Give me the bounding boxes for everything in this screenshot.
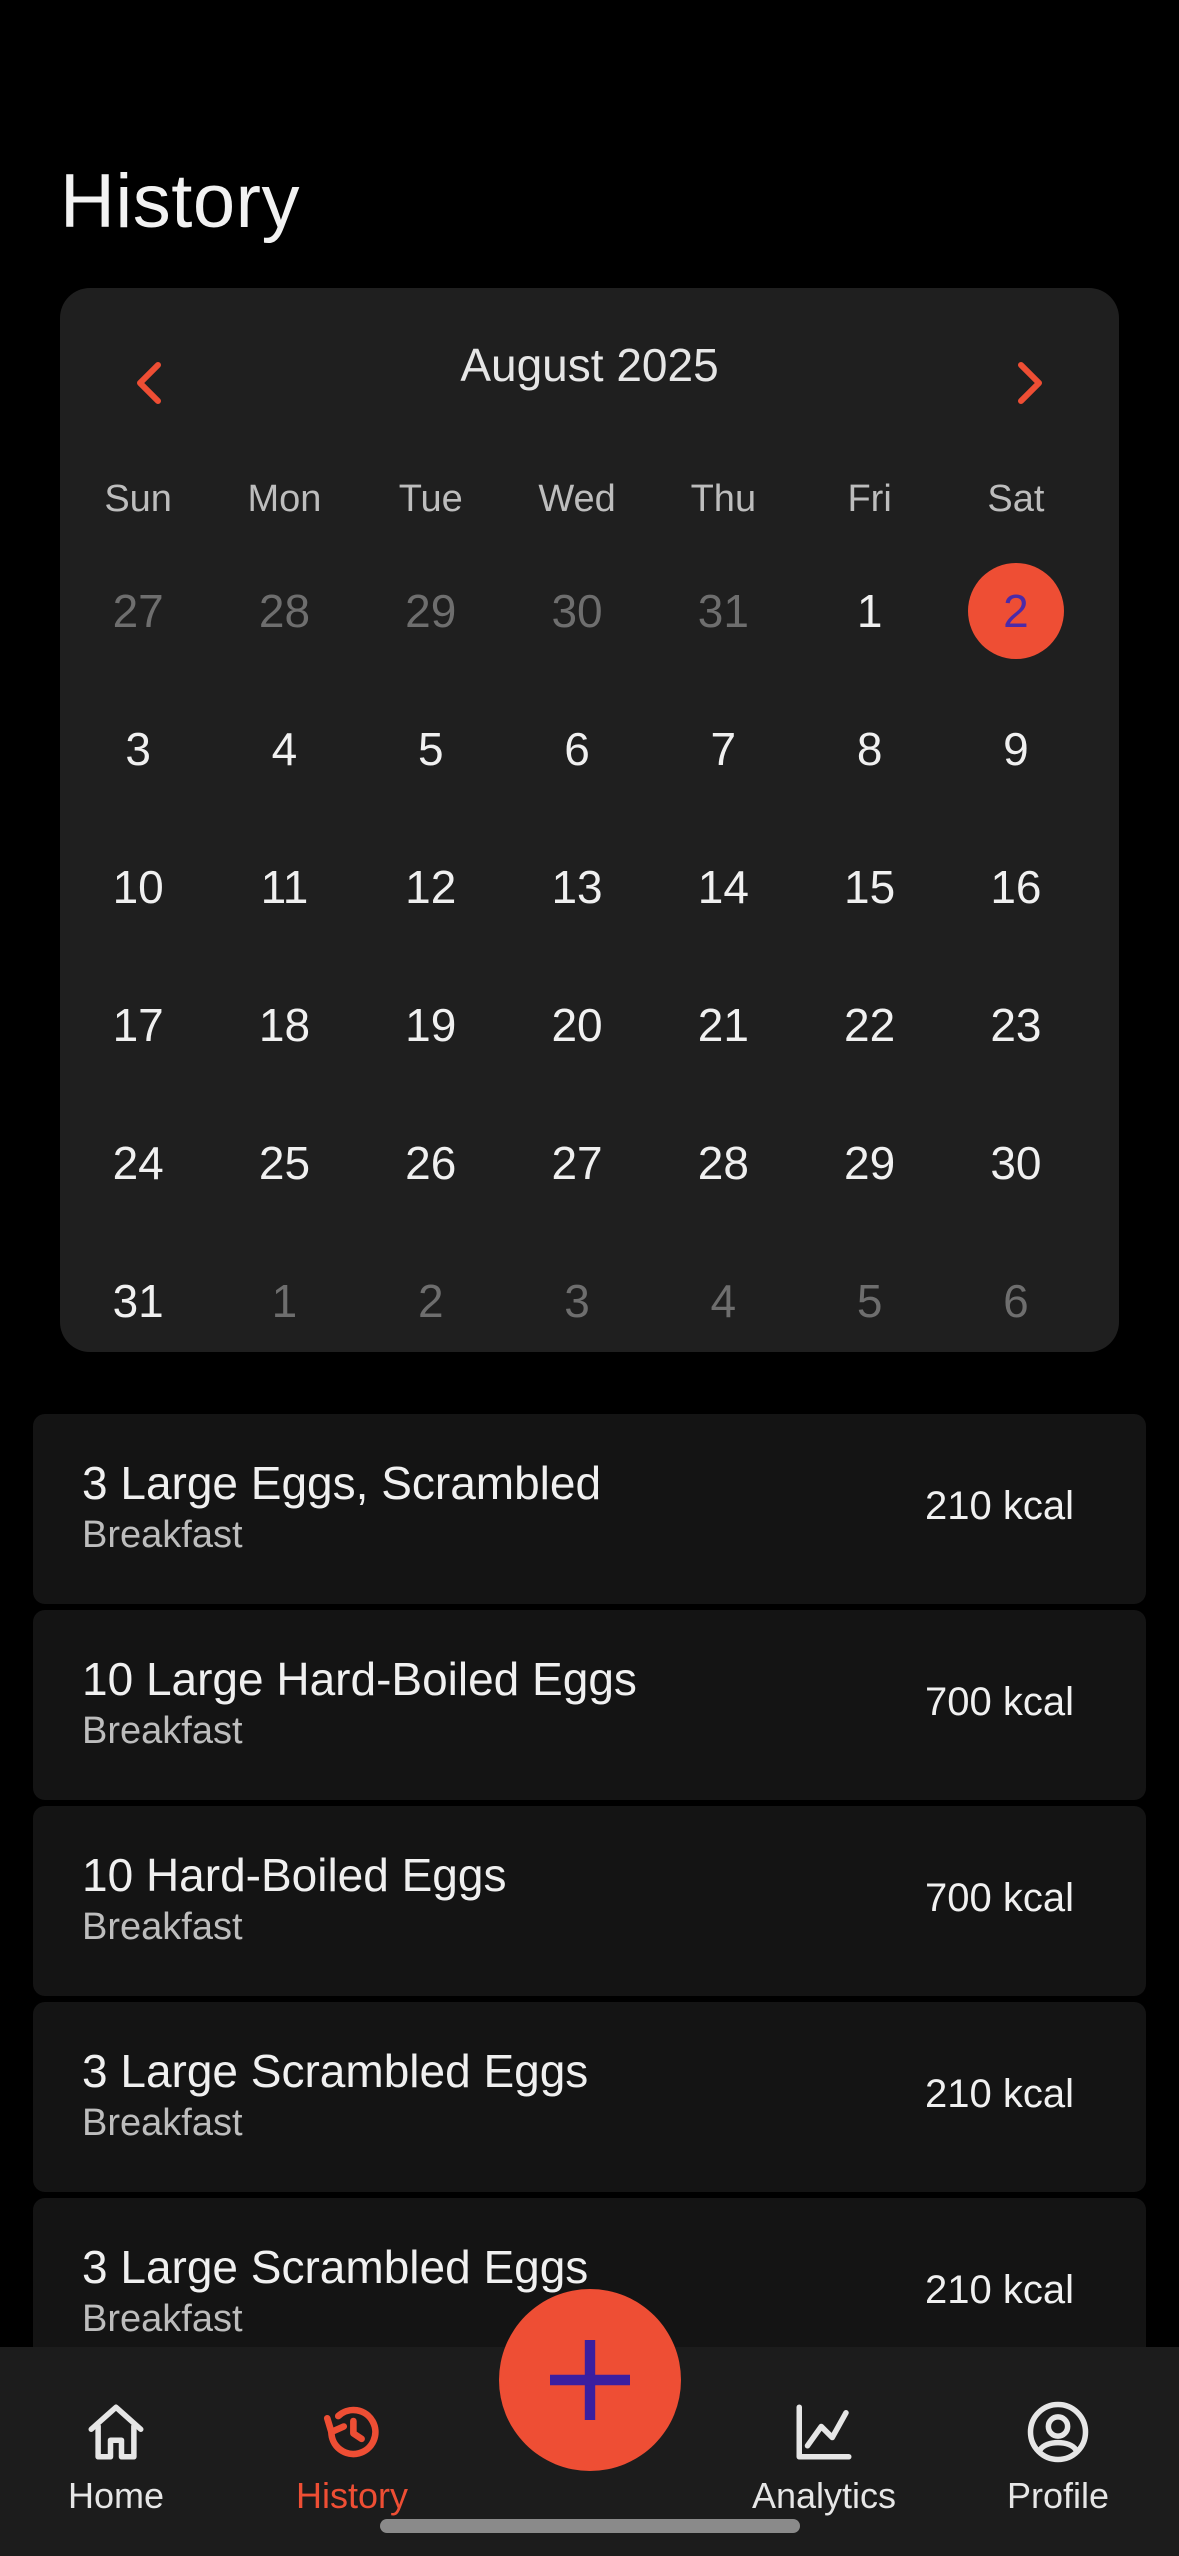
tab-home-label: Home	[67, 2475, 165, 2516]
calendar-day[interactable]: 22	[796, 956, 942, 1094]
calendar-day[interactable]: 26	[358, 1094, 504, 1232]
history-icon	[323, 2406, 379, 2458]
calendar-day[interactable]: 18	[211, 956, 357, 1094]
food-entry-meal: Breakfast	[82, 2102, 243, 2144]
tab-home[interactable]: Home	[16, 2399, 216, 2517]
food-entry-name: 3 Large Scrambled Eggs	[82, 2241, 589, 2293]
calendar-day-outside-month[interactable]: 2	[358, 1232, 504, 1370]
calendar-day[interactable]: 29	[796, 1094, 942, 1232]
calendar-day-outside-month[interactable]: 6	[943, 1232, 1089, 1370]
food-entry-calories: 210 kcal	[925, 2072, 1074, 2116]
history-screen: History August 2025 Sun Mon Tue Wed Thu …	[0, 0, 1179, 2556]
calendar-day[interactable]: 17	[65, 956, 211, 1094]
chart-line-icon	[796, 2404, 852, 2460]
page-title: History	[60, 159, 300, 244]
calendar-day[interactable]: 15	[796, 818, 942, 956]
weekday-label: Thu	[690, 478, 757, 520]
tab-history[interactable]: History	[252, 2399, 452, 2517]
tab-analytics[interactable]: Analytics	[724, 2399, 924, 2517]
calendar-day[interactable]: 1	[796, 542, 942, 680]
weekday-label: Sun	[104, 478, 172, 520]
calendar-day[interactable]: 31	[65, 1232, 211, 1370]
food-entry-calories: 700 kcal	[925, 1876, 1074, 1920]
calendar-day[interactable]: 9	[943, 680, 1089, 818]
food-entry-name: 3 Large Eggs, Scrambled	[82, 1457, 602, 1509]
food-entry-list: 3 Large Eggs, Scrambled Breakfast 210 kc…	[33, 1414, 1146, 2394]
calendar-day-selected[interactable]: 2	[943, 542, 1089, 680]
home-icon	[88, 2404, 144, 2460]
calendar-day[interactable]: 8	[796, 680, 942, 818]
calendar-day[interactable]: 24	[65, 1094, 211, 1232]
calendar-day[interactable]: 19	[358, 956, 504, 1094]
calendar-day-outside-month[interactable]: 1	[211, 1232, 357, 1370]
calendar-day-outside-month[interactable]: 3	[504, 1232, 650, 1370]
calendar-day[interactable]: 28	[650, 1094, 796, 1232]
food-entry[interactable]: 10 Hard-Boiled Eggs Breakfast 700 kcal	[33, 1806, 1146, 1996]
tab-profile[interactable]: Profile	[958, 2399, 1158, 2517]
tab-analytics-label: Analytics	[751, 2475, 897, 2516]
calendar-day-outside-month[interactable]: 28	[211, 542, 357, 680]
food-entry-calories: 700 kcal	[925, 1680, 1074, 1724]
calendar-day[interactable]: 10	[65, 818, 211, 956]
calendar-day[interactable]: 11	[211, 818, 357, 956]
calendar-day[interactable]: 3	[65, 680, 211, 818]
tab-history-label: History	[295, 2475, 408, 2516]
tab-profile-label: Profile	[1006, 2475, 1110, 2516]
weekday-label: Fri	[847, 478, 892, 520]
calendar-days-grid: 27 28 29 30 31 1 2 3 4 5 6 7 8 9 10 11 1…	[65, 542, 1089, 1370]
weekday-label: Sat	[987, 478, 1045, 520]
calendar-day[interactable]: 20	[504, 956, 650, 1094]
calendar-day-outside-month[interactable]: 27	[65, 542, 211, 680]
food-entry[interactable]: 3 Large Eggs, Scrambled Breakfast 210 kc…	[33, 1414, 1146, 1604]
month-label: August 2025	[460, 339, 719, 391]
food-entry-name: 10 Large Hard-Boiled Eggs	[82, 1653, 637, 1705]
calendar-day[interactable]: 5	[358, 680, 504, 818]
food-entry-calories: 210 kcal	[925, 2268, 1074, 2312]
food-entry-meal: Breakfast	[82, 1710, 243, 1752]
calendar-day[interactable]: 12	[358, 818, 504, 956]
plus-icon	[550, 2340, 630, 2420]
calendar-day[interactable]: 13	[504, 818, 650, 956]
calendar-day-outside-month[interactable]: 31	[650, 542, 796, 680]
calendar-day[interactable]: 4	[211, 680, 357, 818]
food-entry[interactable]: 10 Large Hard-Boiled Eggs Breakfast 700 …	[33, 1610, 1146, 1800]
food-entry-meal: Breakfast	[82, 1514, 243, 1556]
calendar-day-outside-month[interactable]: 30	[504, 542, 650, 680]
home-indicator	[380, 2519, 800, 2533]
calendar-day[interactable]: 16	[943, 818, 1089, 956]
calendar-day-outside-month[interactable]: 29	[358, 542, 504, 680]
calendar: August 2025 Sun Mon Tue Wed Thu Fri Sat …	[60, 288, 1119, 1352]
calendar-day[interactable]: 6	[504, 680, 650, 818]
calendar-day[interactable]: 23	[943, 956, 1089, 1094]
calendar-day-outside-month[interactable]: 4	[650, 1232, 796, 1370]
calendar-day[interactable]: 25	[211, 1094, 357, 1232]
weekday-label: Tue	[398, 478, 463, 520]
food-entry-meal: Breakfast	[82, 1906, 243, 1948]
weekday-header: Sun Mon Tue Wed Thu Fri Sat	[60, 478, 1124, 538]
food-entry-meal: Breakfast	[82, 2298, 243, 2340]
food-entry-calories: 210 kcal	[925, 1484, 1074, 1528]
calendar-day[interactable]: 30	[943, 1094, 1089, 1232]
food-entry-name: 10 Hard-Boiled Eggs	[82, 1849, 507, 1901]
weekday-label: Mon	[247, 478, 322, 520]
calendar-day[interactable]: 14	[650, 818, 796, 956]
calendar-day[interactable]: 27	[504, 1094, 650, 1232]
user-circle-icon	[1027, 2401, 1089, 2463]
food-entry[interactable]: 3 Large Scrambled Eggs Breakfast 210 kca…	[33, 2002, 1146, 2192]
add-entry-button[interactable]	[499, 2289, 681, 2471]
calendar-day[interactable]: 7	[650, 680, 796, 818]
chevron-right-icon	[1018, 362, 1042, 404]
calendar-day-outside-month[interactable]: 5	[796, 1232, 942, 1370]
weekday-label: Wed	[538, 478, 616, 520]
next-month-button[interactable]	[974, 328, 1084, 438]
calendar-day[interactable]: 21	[650, 956, 796, 1094]
food-entry-name: 3 Large Scrambled Eggs	[82, 2045, 589, 2097]
